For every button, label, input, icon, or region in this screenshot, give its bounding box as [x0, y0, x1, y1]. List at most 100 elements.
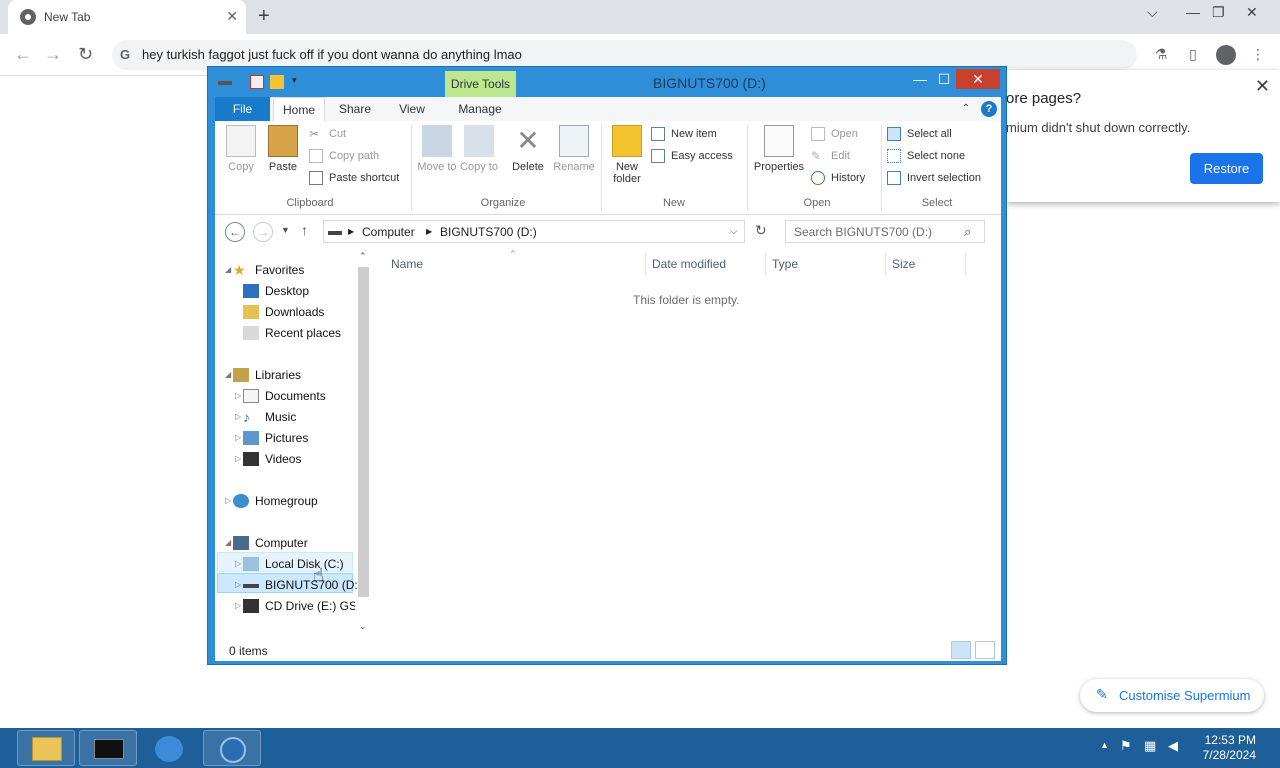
collapsed-arrow-icon[interactable]: ▷	[235, 601, 241, 610]
collapsed-arrow-icon[interactable]: ▷	[225, 496, 231, 505]
collapsed-arrow-icon[interactable]: ▷	[235, 391, 241, 400]
collapsed-arrow-icon[interactable]: ▷	[235, 559, 241, 568]
search-icon[interactable]: ⌕	[964, 224, 971, 240]
column-divider[interactable]	[965, 253, 966, 275]
explorer-address-field[interactable]: ▶ Computer ▶ BIGNUTS700 (D:) ⌵	[323, 220, 745, 243]
easy-access-button[interactable]: Easy access	[651, 147, 733, 165]
windows-logo-icon	[155, 736, 183, 762]
invert-selection-button[interactable]: Invert selection	[887, 169, 981, 187]
address-bar-text[interactable]: hey turkish faggot just fuck off if you …	[142, 47, 522, 62]
show-hidden-icons-icon[interactable]: ▲	[1100, 740, 1109, 750]
column-type[interactable]: Type	[772, 257, 798, 271]
column-divider[interactable]	[645, 253, 646, 275]
back-icon[interactable]: ←	[14, 44, 32, 65]
start-button[interactable]	[141, 730, 199, 766]
expanded-arrow-icon[interactable]: ◢	[225, 370, 231, 379]
properties-button[interactable]: Properties	[751, 125, 807, 173]
copy-button[interactable]: Copy	[221, 125, 261, 173]
paste-shortcut-button[interactable]: Paste shortcut	[309, 169, 399, 187]
tab-file[interactable]: File	[215, 97, 270, 121]
open-button[interactable]: Open	[811, 125, 858, 143]
collapsed-arrow-icon[interactable]: ▷	[235, 454, 241, 463]
new-folder-button[interactable]: New folder	[607, 125, 647, 185]
details-view-icon[interactable]	[951, 641, 971, 659]
paste-button[interactable]: Paste	[263, 125, 303, 173]
tab-view[interactable]: View	[395, 97, 429, 121]
scroll-up-icon[interactable]: ⌃	[359, 251, 367, 262]
expanded-arrow-icon[interactable]: ◢	[225, 538, 231, 547]
qat-dropdown-icon[interactable]: ▾	[292, 75, 306, 89]
collapsed-arrow-icon[interactable]: ▷	[235, 412, 241, 421]
edit-button[interactable]: ✎ Edit	[811, 147, 850, 165]
side-panel-icon[interactable]: ▯	[1184, 46, 1202, 64]
labs-icon[interactable]: ⚗	[1152, 46, 1170, 64]
tab-share[interactable]: Share	[335, 97, 375, 121]
drive-tools-tab[interactable]: Drive Tools	[445, 71, 516, 97]
customise-button[interactable]: ✎ Customise Supermium	[1080, 679, 1264, 712]
column-divider[interactable]	[765, 253, 766, 275]
copy-to-button[interactable]: Copy to	[459, 125, 499, 173]
recent-locations-icon[interactable]: ▼	[281, 225, 290, 235]
new-item-button[interactable]: New item	[651, 125, 717, 143]
clock[interactable]: 12:53 PM 7/28/2024	[1203, 733, 1256, 763]
action-center-icon[interactable]: ⚑	[1120, 738, 1132, 754]
new-tab-button[interactable]: +	[258, 5, 270, 28]
select-all-button[interactable]: Select all	[887, 125, 952, 143]
taskbar-cmd-button[interactable]	[79, 730, 137, 766]
up-icon[interactable]: ↑	[301, 222, 308, 238]
address-dropdown-icon[interactable]: ⌵	[730, 226, 738, 237]
crumb-drive[interactable]: BIGNUTS700 (D:)	[440, 225, 537, 239]
collapsed-arrow-icon[interactable]: ▷	[235, 433, 241, 442]
tab-home[interactable]: Home	[273, 97, 325, 121]
collapse-ribbon-icon[interactable]: ⌃	[959, 97, 973, 121]
crumb-computer[interactable]: Computer	[362, 225, 415, 239]
cut-button[interactable]: ✂ Cut	[309, 125, 346, 143]
back-icon[interactable]: ←	[225, 222, 245, 242]
column-size[interactable]: Size	[892, 257, 915, 271]
reload-icon[interactable]: ↻	[78, 44, 93, 65]
delete-button[interactable]: ✕ Delete	[508, 125, 548, 173]
new-folder-qat-icon[interactable]	[270, 75, 284, 89]
refresh-icon[interactable]: ↻	[755, 222, 777, 245]
tab-new-tab[interactable]: New Tab ✕	[8, 0, 246, 34]
nav-computer-label: Computer	[255, 536, 308, 550]
scroll-down-icon[interactable]: ⌄	[359, 621, 367, 632]
expanded-arrow-icon[interactable]: ◢	[225, 265, 231, 274]
volume-icon[interactable]: ◀	[1168, 738, 1178, 754]
close-window-icon[interactable]: ✕	[1246, 4, 1258, 21]
collapsed-arrow-icon[interactable]: ▷	[235, 580, 241, 589]
maximize-icon[interactable]: ☐	[930, 69, 958, 89]
tab-search-icon[interactable]: ⌵	[1147, 4, 1158, 21]
profile-icon[interactable]	[1216, 45, 1236, 65]
copy-path-button[interactable]: Copy path	[309, 147, 379, 165]
close-icon[interactable]: ✕	[1255, 76, 1270, 97]
close-tab-icon[interactable]: ✕	[226, 8, 238, 25]
tab-manage[interactable]: Manage	[455, 97, 505, 121]
column-name[interactable]: Name	[391, 257, 423, 271]
column-date-modified[interactable]: Date modified	[652, 257, 726, 271]
column-divider[interactable]	[885, 253, 886, 275]
search-box[interactable]: Search BIGNUTS700 (D:) ⌕	[785, 220, 985, 243]
taskbar-explorer-button[interactable]	[17, 730, 75, 766]
taskbar: ▲ ⚑ ▦ ◀ 12:53 PM 7/28/2024	[0, 728, 1280, 768]
rename-button[interactable]: Rename	[551, 125, 597, 173]
menu-icon[interactable]: ⋮	[1249, 46, 1267, 64]
restore-window-icon[interactable]: ❐	[1212, 4, 1225, 21]
move-to-button[interactable]: Move to	[417, 125, 457, 173]
forward-icon[interactable]: →	[44, 44, 62, 65]
history-button[interactable]: History	[811, 169, 865, 187]
select-none-button[interactable]: Select none	[887, 147, 965, 165]
minimize-icon[interactable]: —	[1186, 4, 1200, 20]
easy-access-icon	[651, 149, 665, 163]
network-icon[interactable]: ▦	[1144, 738, 1156, 754]
nav-cd-drive-e[interactable]: CD Drive (E:) GSP	[243, 596, 355, 616]
close-icon[interactable]: ✕	[956, 69, 1000, 89]
help-icon[interactable]: ?	[981, 101, 997, 117]
nav-scrollbar[interactable]: ⌃ ⌄	[355, 249, 372, 639]
restore-button[interactable]: Restore	[1190, 153, 1263, 184]
scroll-thumb[interactable]	[358, 267, 369, 597]
taskbar-browser-button[interactable]	[203, 730, 261, 766]
forward-icon[interactable]: →	[253, 222, 273, 242]
properties-qat-icon[interactable]	[250, 75, 264, 89]
large-icons-view-icon[interactable]	[975, 641, 995, 659]
